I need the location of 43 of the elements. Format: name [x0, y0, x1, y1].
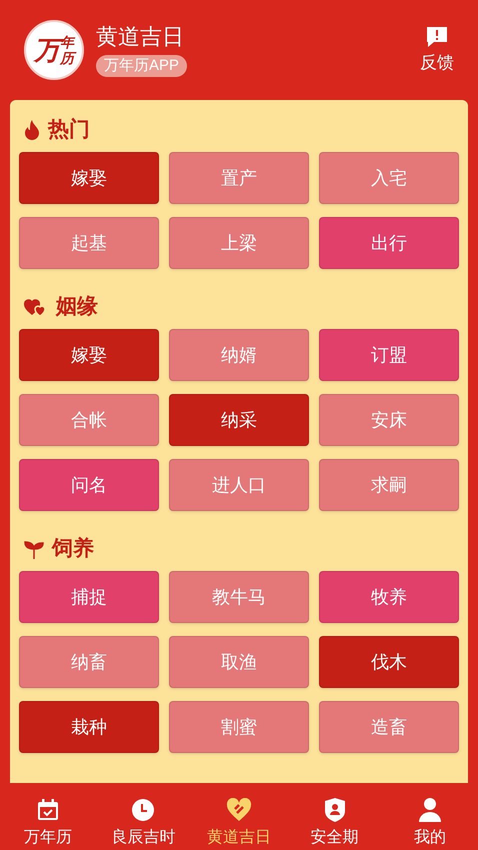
tag-button[interactable]: 嫁娶 — [19, 329, 159, 381]
tag-button[interactable]: 问名 — [19, 459, 159, 511]
tag-button[interactable]: 起基 — [19, 217, 159, 269]
tag-button[interactable]: 进人口 — [169, 459, 309, 511]
tag-button[interactable]: 合帐 — [19, 394, 159, 446]
nav-tab[interactable]: 安全期 — [286, 783, 382, 850]
nav-tab[interactable]: 万年历 — [0, 783, 96, 850]
tag-button[interactable]: 割蜜 — [169, 701, 309, 753]
tag-button[interactable]: 纳婿 — [169, 329, 309, 381]
clock-icon — [131, 798, 156, 822]
section-title: 热门 — [48, 118, 90, 142]
page-title: 黄道吉日 — [96, 23, 185, 51]
tag-button[interactable]: 纳采 — [169, 394, 309, 446]
tag-button[interactable]: 订盟 — [319, 329, 459, 381]
sprout-icon — [24, 539, 44, 559]
tag-button[interactable]: 取渔 — [169, 636, 309, 688]
tag-button[interactable]: 牧养 — [319, 571, 459, 623]
tag-button[interactable]: 上梁 — [169, 217, 309, 269]
feedback-icon — [426, 26, 448, 50]
tag-button[interactable]: 安床 — [319, 394, 459, 446]
flame-icon — [24, 120, 40, 140]
calendar-icon — [36, 798, 60, 822]
app-badge: 万年历APP — [96, 55, 188, 77]
tag-button[interactable]: 求嗣 — [319, 459, 459, 511]
tag-button[interactable]: 置产 — [169, 152, 309, 204]
tag-button[interactable]: 嫁娶 — [19, 152, 159, 204]
tag-button[interactable]: 捕捉 — [19, 571, 159, 623]
nav-tab[interactable]: 黄道吉日 — [191, 783, 287, 850]
nav-tab[interactable]: 良辰吉时 — [96, 783, 192, 850]
tag-button[interactable]: 栽种 — [19, 701, 159, 753]
nav-tab[interactable]: 我的 — [382, 783, 478, 850]
tag-button[interactable]: 造畜 — [319, 701, 459, 753]
tag-button[interactable]: 教牛马 — [169, 571, 309, 623]
heart-icon — [226, 798, 252, 822]
feedback-button[interactable]: 反馈 — [420, 26, 454, 74]
person-icon — [419, 798, 442, 822]
tag-button[interactable]: 入宅 — [319, 152, 459, 204]
shield-icon — [324, 798, 346, 822]
tag-button[interactable]: 纳畜 — [19, 636, 159, 688]
section-title: 姻缘 — [56, 295, 98, 319]
tag-button[interactable]: 出行 — [319, 217, 459, 269]
section-title: 饲养 — [52, 537, 94, 561]
tag-button[interactable]: 伐木 — [319, 636, 459, 688]
